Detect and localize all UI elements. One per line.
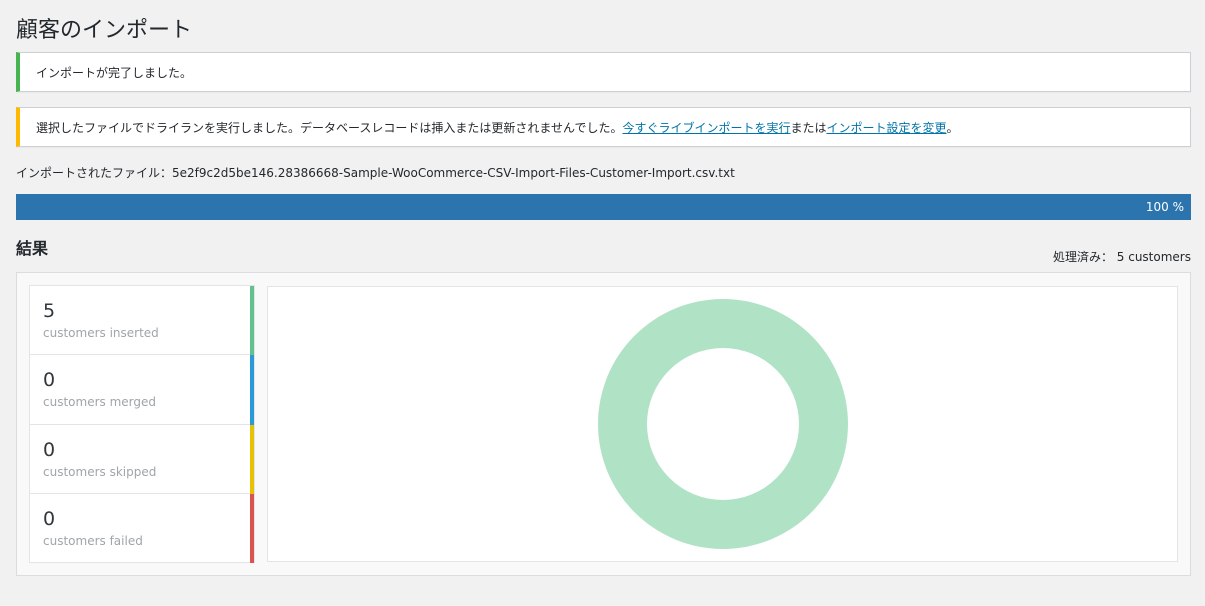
dry-run-notice-mid: または: [790, 120, 827, 135]
stat-inserted: 5 customers inserted: [30, 286, 254, 356]
results-chart: [267, 286, 1178, 562]
stat-merged-label: customers merged: [43, 395, 156, 410]
stat-inserted-value: 5: [43, 300, 56, 322]
donut-slice-customers-inserted: [598, 299, 848, 549]
change-import-settings-link[interactable]: インポート設定を変更: [826, 119, 946, 136]
imported-file-name: 5e2f9c2d5be146.28386668-Sample-WooCommer…: [172, 166, 735, 180]
results-panel: 5 customers inserted 0 customers merged …: [16, 272, 1191, 576]
import-progress-fill: 100 %: [16, 194, 1191, 220]
stat-failed-value: 0: [43, 507, 56, 530]
success-notice-text: インポートが完了しました。: [36, 65, 193, 80]
run-live-import-link[interactable]: 今すぐライブインポートを実行: [622, 119, 790, 136]
dry-run-notice-end: 。: [946, 120, 959, 135]
stat-failed: 0 customers failed: [30, 493, 254, 563]
processed-count: 処理済み： 5 customers: [1053, 248, 1191, 265]
dry-run-notice: 選択したファイルでドライランを実行しました。データベースレコードは挿入または更新…: [16, 107, 1191, 147]
processed-label: 処理済み：: [1052, 250, 1113, 264]
imported-file-label: インポートされたファイル：: [16, 166, 173, 180]
dry-run-notice-text: 選択したファイルでドライランを実行しました。データベースレコードは挿入または更新…: [36, 120, 623, 135]
stat-merged-color-bar: [250, 355, 254, 425]
stat-skipped: 0 customers skipped: [30, 424, 254, 494]
stat-failed-color-bar: [250, 493, 254, 563]
stat-skipped-color-bar: [250, 424, 254, 494]
results-stats: 5 customers inserted 0 customers merged …: [29, 285, 255, 563]
results-donut-chart: [598, 299, 848, 549]
page-title: 顧客のインポート: [16, 18, 193, 43]
imported-file-line: インポートされたファイル：5e2f9c2d5be146.28386668-Sam…: [16, 164, 735, 181]
stat-skipped-label: customers skipped: [43, 464, 157, 479]
stat-merged: 0 customers merged: [30, 355, 254, 425]
import-progress-label: 100 %: [1145, 200, 1184, 214]
processed-value: 5 customers: [1116, 250, 1191, 264]
success-notice: インポートが完了しました。: [16, 52, 1191, 92]
stat-merged-value: 0: [43, 369, 56, 392]
stat-failed-label: customers failed: [43, 533, 143, 548]
import-progress-bar: 100 %: [16, 194, 1191, 220]
stat-inserted-label: customers inserted: [43, 326, 159, 340]
stat-inserted-color-bar: [250, 286, 254, 356]
results-heading: 結果: [16, 239, 49, 258]
stat-skipped-value: 0: [43, 438, 56, 461]
